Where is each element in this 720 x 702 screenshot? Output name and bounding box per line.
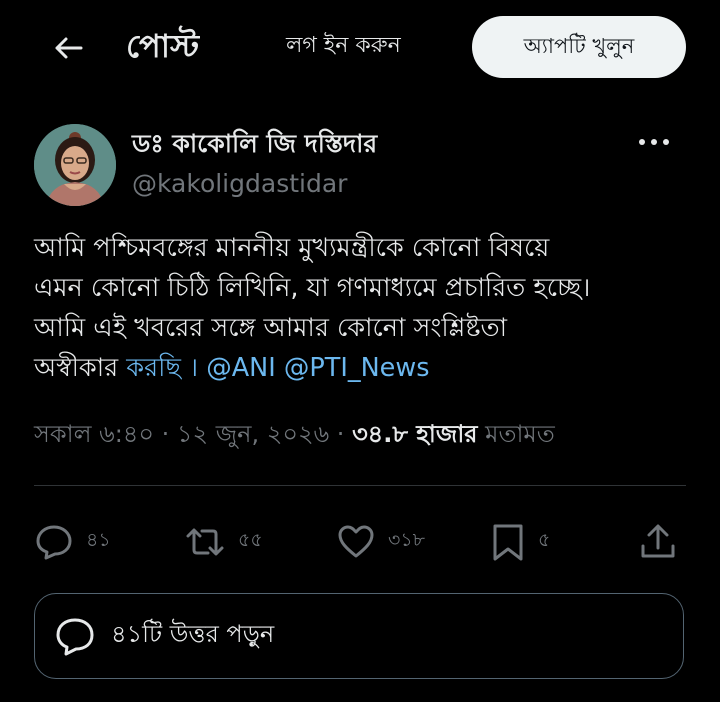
bookmark-icon xyxy=(493,524,523,561)
post-text-line: অস্বীকার করছি । @ANI @PTI_News xyxy=(34,348,686,388)
more-options-button[interactable] xyxy=(630,124,678,160)
post-text-segment: অস্বীকার xyxy=(34,353,127,383)
reply-button[interactable]: ৪১ xyxy=(34,520,111,564)
read-replies-button[interactable]: ৪১টি উত্তর পড়ুন xyxy=(34,593,684,679)
more-options-icon xyxy=(639,139,669,145)
post-date[interactable]: ১২ জুন, ২০২৬ xyxy=(177,420,329,448)
arrow-left-icon xyxy=(55,37,83,59)
action-bar: ৪১ ৫৫ ৩১৮ ৫ xyxy=(0,514,720,570)
top-bar: পোস্ট লগ ইন করুন অ্যাপটি খুলুন xyxy=(0,0,720,96)
reply-icon xyxy=(36,525,72,560)
post-meta: সকাল ৬:৪০ · ১২ জুন, ২০২৬ · ৩৪.৮ হাজার মত… xyxy=(34,414,555,454)
repost-icon xyxy=(186,528,224,556)
heart-icon xyxy=(338,525,374,558)
repost-button[interactable]: ৫৫ xyxy=(184,520,263,564)
avatar[interactable] xyxy=(34,124,116,206)
repost-count: ৫৫ xyxy=(238,529,263,551)
views-label: মতামত xyxy=(477,420,555,448)
post-link[interactable]: করছি । @ANI @PTI_News xyxy=(126,353,429,383)
like-count: ৩১৮ xyxy=(388,529,426,551)
post-text-line: আমি এই খবরের সঙ্গে আমার কোনো সংশ্লিষ্টতা xyxy=(34,313,508,343)
page-title: পোস্ট xyxy=(126,27,200,65)
author-display-name[interactable]: ডঃ কাকোলি জি দস্তিদার xyxy=(132,124,377,164)
reply-icon xyxy=(56,618,94,656)
share-button[interactable] xyxy=(638,520,678,564)
views-count: ৩৪.৮ হাজার xyxy=(352,420,478,448)
back-button[interactable] xyxy=(44,26,92,70)
like-button[interactable]: ৩১৮ xyxy=(336,520,425,564)
reply-count: ৪১ xyxy=(86,529,111,551)
open-app-button[interactable]: অ্যাপটি খুলুন xyxy=(472,16,686,78)
post-text-line: আমি পশ্চিমবঙ্গের মাননীয় মুখ্যমন্ত্রীকে … xyxy=(34,233,550,263)
post-text-line: এমন কোনো চিঠি লিখিনি, যা গণমাধ্যমে প্রচা… xyxy=(34,273,591,303)
bookmark-count: ৫ xyxy=(538,529,551,551)
post-text: আমি পশ্চিমবঙ্গের মাননীয় মুখ্যমন্ত্রীকে … xyxy=(34,228,686,388)
meta-separator: · xyxy=(154,420,177,448)
divider xyxy=(34,485,686,486)
read-replies-label: ৪১টি উত্তর পড়ুন xyxy=(111,620,275,648)
meta-separator: · xyxy=(329,420,353,448)
share-icon xyxy=(641,524,675,558)
profile-photo xyxy=(34,124,116,206)
post-time[interactable]: সকাল ৬:৪০ xyxy=(34,420,154,448)
login-link[interactable]: লগ ইন করুন xyxy=(286,28,401,64)
bookmark-button[interactable]: ৫ xyxy=(490,520,550,564)
author-handle[interactable]: @kakoligdastidar xyxy=(132,166,347,202)
